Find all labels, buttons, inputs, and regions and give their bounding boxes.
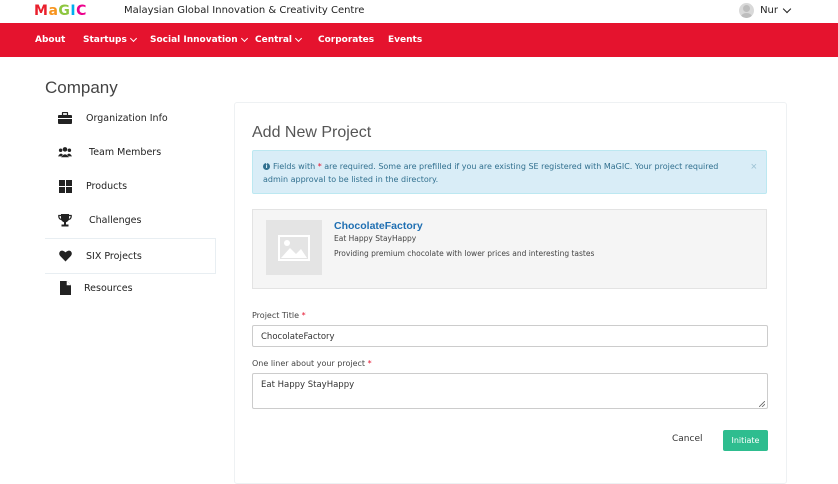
close-icon[interactable]: × (751, 161, 757, 173)
project-title-input[interactable]: ChocolateFactory (252, 325, 768, 347)
sidebar-item-label: Resources (84, 282, 133, 294)
users-icon (58, 145, 72, 159)
org-name: Malaysian Global Innovation & Creativity… (124, 5, 365, 16)
nav-startups[interactable]: Startups (83, 34, 137, 45)
avatar (739, 3, 755, 18)
sidebar-item-challenges[interactable]: Challenges (45, 203, 215, 237)
sidebar-item-label: SIX Projects (86, 250, 142, 262)
sidebar-item-label: Products (86, 180, 128, 192)
preview-tagline: Eat Happy StayHappy (334, 234, 417, 243)
nav-social-innovation[interactable]: Social Innovation (150, 34, 248, 45)
nav-about[interactable]: About (35, 35, 65, 45)
cancel-button[interactable]: Cancel (672, 434, 703, 444)
one-liner-textarea[interactable]: Eat Happy StayHappy (252, 373, 768, 409)
sidebar-item-team-members[interactable]: Team Members (45, 135, 215, 169)
chevron-down-icon (240, 34, 248, 42)
sidebar-item-resources[interactable]: Resources (45, 271, 215, 305)
preview-description: Providing premium chocolate with lower p… (334, 249, 595, 258)
chevron-down-icon (782, 4, 792, 13)
briefcase-icon (58, 111, 72, 125)
image-placeholder-icon (266, 220, 322, 275)
heart-icon (58, 249, 72, 263)
page-title: Add New Project (252, 124, 372, 141)
user-menu[interactable]: Nur (739, 3, 792, 18)
sidebar-item-label: Challenges (89, 214, 142, 226)
nav-central[interactable]: Central (255, 34, 303, 45)
nav-events[interactable]: Events (388, 35, 422, 45)
user-name: Nur (760, 5, 778, 16)
grid-icon (58, 179, 72, 193)
magic-logo[interactable]: MaGIC (34, 3, 87, 19)
file-icon (58, 281, 72, 295)
one-liner-value: Eat Happy StayHappy (261, 380, 355, 390)
info-icon: i (263, 163, 270, 170)
sidebar-item-organization-info[interactable]: Organization Info (45, 101, 215, 135)
one-liner-label: One liner about your project * (252, 359, 372, 368)
sidebar-item-six-projects[interactable]: SIX Projects (45, 238, 216, 274)
chevron-down-icon (294, 34, 303, 42)
sidebar-item-label: Organization Info (86, 112, 168, 124)
info-alert: i Fields with * are required. Some are pr… (252, 150, 767, 194)
nav-corporates[interactable]: Corporates (318, 35, 374, 45)
top-bar: MaGIC Malaysian Global Innovation & Crea… (0, 0, 838, 23)
project-title-label: Project Title * (252, 311, 306, 320)
alert-message: i Fields with * are required. Some are pr… (263, 162, 719, 184)
chevron-down-icon (129, 34, 137, 42)
preview-project-name[interactable]: ChocolateFactory (334, 220, 423, 232)
sidebar-title: Company (45, 78, 118, 97)
initiate-button[interactable]: Initiate (723, 430, 768, 451)
resize-handle-icon[interactable] (758, 400, 766, 408)
main-nav: About Startups Social Innovation Central… (0, 23, 838, 57)
project-preview-card: ChocolateFactory Eat Happy StayHappy Pro… (252, 209, 767, 289)
sidebar-item-label: Team Members (89, 146, 162, 158)
trophy-icon (58, 213, 72, 227)
sidebar-item-products[interactable]: Products (45, 169, 215, 203)
